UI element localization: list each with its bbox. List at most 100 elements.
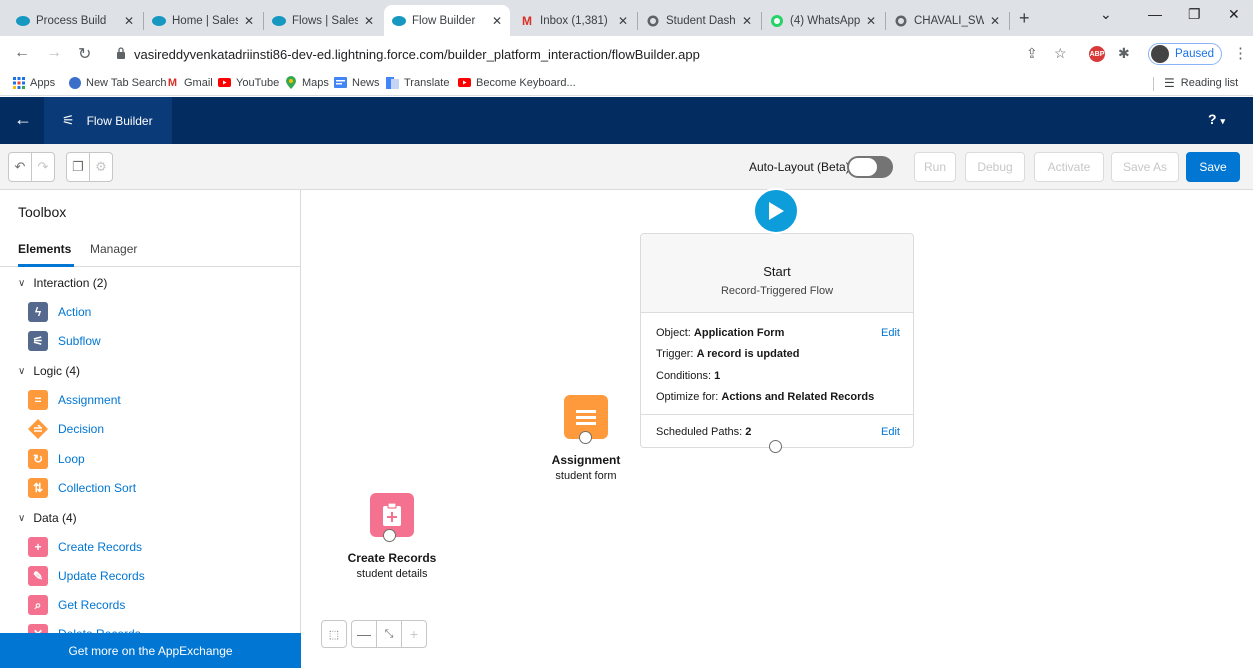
assignment-connector[interactable] [579, 431, 592, 444]
close-icon[interactable]: ✕ [990, 14, 1000, 28]
bookmark-maps[interactable]: Maps [284, 76, 329, 89]
salesforce-cloud-icon [16, 14, 30, 28]
marquee-icon: ⬚ [328, 628, 340, 641]
browser-tab[interactable]: Process Build ✕ [8, 5, 142, 36]
browser-tab[interactable]: CHAVALI_SWI ✕ [886, 5, 1008, 36]
settings-button[interactable]: ⚙ [89, 152, 113, 182]
tab-elements[interactable]: Elements [18, 242, 71, 256]
undo-redo-group: ↶ ↷ [8, 152, 55, 182]
save-button[interactable]: Save [1186, 152, 1240, 182]
start-connector[interactable] [769, 440, 782, 453]
browser-tab[interactable]: (4) WhatsApp ✕ [762, 5, 884, 36]
toolbox-item-action[interactable]: ϟ Action [28, 302, 91, 322]
url-omnibox[interactable]: vasireddyvenkatadriinsti86-dev-ed.lightn… [104, 41, 1026, 67]
activate-button[interactable]: Activate [1034, 152, 1104, 182]
minimize-button[interactable]: — [1148, 6, 1162, 22]
appexchange-button[interactable]: Get more on the AppExchange [0, 633, 301, 668]
forward-icon[interactable]: → [46, 44, 62, 62]
toolbox-item-get-records[interactable]: ⌕ Get Records [28, 595, 125, 615]
start-element-card[interactable]: Start Record-Triggered Flow Object: Appl… [640, 233, 914, 448]
zoom-in-button[interactable]: + [401, 620, 427, 648]
autolayout-toggle[interactable] [847, 156, 893, 178]
zoom-out-button[interactable]: — [351, 620, 377, 648]
toolbox-item-create-records[interactable]: + Create Records [28, 537, 142, 557]
extensions-icon[interactable]: ✱ [1118, 45, 1130, 62]
browser-tab-active[interactable]: Flow Builder ✕ [384, 5, 510, 36]
toolbox-item-decision[interactable]: Decision [28, 419, 104, 439]
adblock-icon[interactable]: ABP [1089, 46, 1105, 62]
section-logic[interactable]: ∨ Logic (4) [18, 364, 80, 378]
bookmark-news[interactable]: News [334, 76, 380, 89]
redo-button[interactable]: ↷ [31, 152, 55, 182]
restore-button[interactable]: ❐ [1188, 6, 1201, 23]
decision-icon [28, 419, 48, 439]
menu-kebab-icon[interactable]: ⋮ [1233, 44, 1248, 62]
tab-manager[interactable]: Manager [90, 242, 137, 256]
globe-icon [894, 14, 908, 28]
close-icon[interactable]: ✕ [244, 14, 254, 28]
reload-icon[interactable]: ↻ [78, 44, 91, 64]
fit-to-view-button[interactable]: ⤡ [376, 620, 402, 648]
toolbox-item-loop[interactable]: ↻ Loop [28, 449, 85, 469]
create-records-connector[interactable] [383, 529, 396, 542]
close-icon[interactable]: ✕ [364, 14, 374, 28]
close-icon[interactable]: ✕ [492, 14, 502, 28]
salesforce-cloud-icon [152, 14, 166, 28]
back-icon[interactable]: ← [14, 44, 30, 62]
section-data[interactable]: ∨ Data (4) [18, 511, 77, 525]
back-arrow-icon[interactable]: ← [14, 109, 32, 130]
browser-tab[interactable]: M Inbox (1,381) ✕ [512, 5, 636, 36]
browser-tab[interactable]: Home | Sales ✕ [144, 5, 262, 36]
browser-tab[interactable]: Student Dash ✕ [638, 5, 760, 36]
flow-canvas[interactable]: Start Record-Triggered Flow Object: Appl… [301, 188, 1253, 668]
toolbox-item-update-records[interactable]: ✎ Update Records [28, 566, 145, 586]
create-records-icon: + [28, 537, 48, 557]
debug-button[interactable]: Debug [965, 152, 1025, 182]
bookmark-star-icon[interactable]: ☆ [1054, 45, 1067, 62]
close-icon[interactable]: ✕ [618, 14, 628, 28]
profile-button[interactable]: Paused [1148, 43, 1222, 65]
close-icon[interactable]: ✕ [866, 14, 876, 28]
toolbox-item-collection-sort[interactable]: ⇅ Collection Sort [28, 478, 136, 498]
bookmark-youtube[interactable]: YouTube [218, 76, 279, 89]
undo-button[interactable]: ↶ [8, 152, 32, 182]
start-object-row: Object: Application Form [656, 327, 785, 339]
share-icon[interactable]: ⇪ [1026, 45, 1038, 62]
bookmark-gmail[interactable]: M Gmail [166, 76, 213, 89]
gmail-icon: M [522, 13, 532, 28]
toolbox-item-assignment[interactable]: = Assignment [28, 390, 121, 410]
toolbox-item-subflow[interactable]: ⚟ Subflow [28, 331, 101, 351]
marquee-select-button[interactable]: ⬚ [321, 620, 347, 648]
reading-list-button[interactable]: ☰ Reading list [1164, 76, 1238, 90]
close-icon[interactable]: ✕ [742, 14, 752, 28]
bookmark-new-tab-search[interactable]: New Tab Search [68, 76, 167, 89]
bookmark-become-keyboard[interactable]: Become Keyboard... [458, 76, 576, 89]
browser-tab[interactable]: Flows | Salesf ✕ [264, 5, 382, 36]
run-button[interactable]: Run [914, 152, 956, 182]
start-title: Start [763, 264, 791, 279]
new-tab-button[interactable]: + [1019, 8, 1030, 29]
help-menu-button[interactable]: ? ▾ [1208, 111, 1225, 127]
app-title: ⚟ Flow Builder [44, 97, 172, 144]
toolbox-tabs: Elements Manager [0, 232, 300, 267]
bookmark-apps[interactable]: Apps [12, 76, 55, 89]
fit-view-icon: ⤡ [384, 627, 394, 640]
tab-search-icon[interactable]: ⌄ [1100, 6, 1112, 23]
close-icon[interactable]: ✕ [124, 14, 134, 28]
copy-button[interactable]: ❐ [66, 152, 90, 182]
bookmarks-bar: Apps New Tab Search M Gmail YouTube Maps … [0, 72, 1253, 96]
bookmark-translate[interactable]: Translate [386, 76, 449, 89]
window-close-button[interactable]: ✕ [1228, 6, 1240, 23]
save-as-button[interactable]: Save As [1111, 152, 1179, 182]
builder-toolbar: ↶ ↷ ❐ ⚙ Auto-Layout (Beta) Run Debug Act… [0, 144, 1253, 190]
edit-object-link[interactable]: Edit [881, 327, 900, 339]
whatsapp-icon [770, 14, 784, 28]
create-records-node-title: Create Records [347, 551, 437, 565]
globe-icon [646, 14, 660, 28]
section-interaction[interactable]: ∨ Interaction (2) [18, 276, 107, 290]
redo-icon: ↷ [37, 159, 49, 174]
lightning-bolt-icon: ϟ [28, 302, 48, 322]
minus-icon: — [357, 626, 371, 642]
flow-builder-header: ← ⚟ Flow Builder ? ▾ [0, 97, 1253, 144]
edit-scheduled-paths-link[interactable]: Edit [881, 426, 900, 438]
